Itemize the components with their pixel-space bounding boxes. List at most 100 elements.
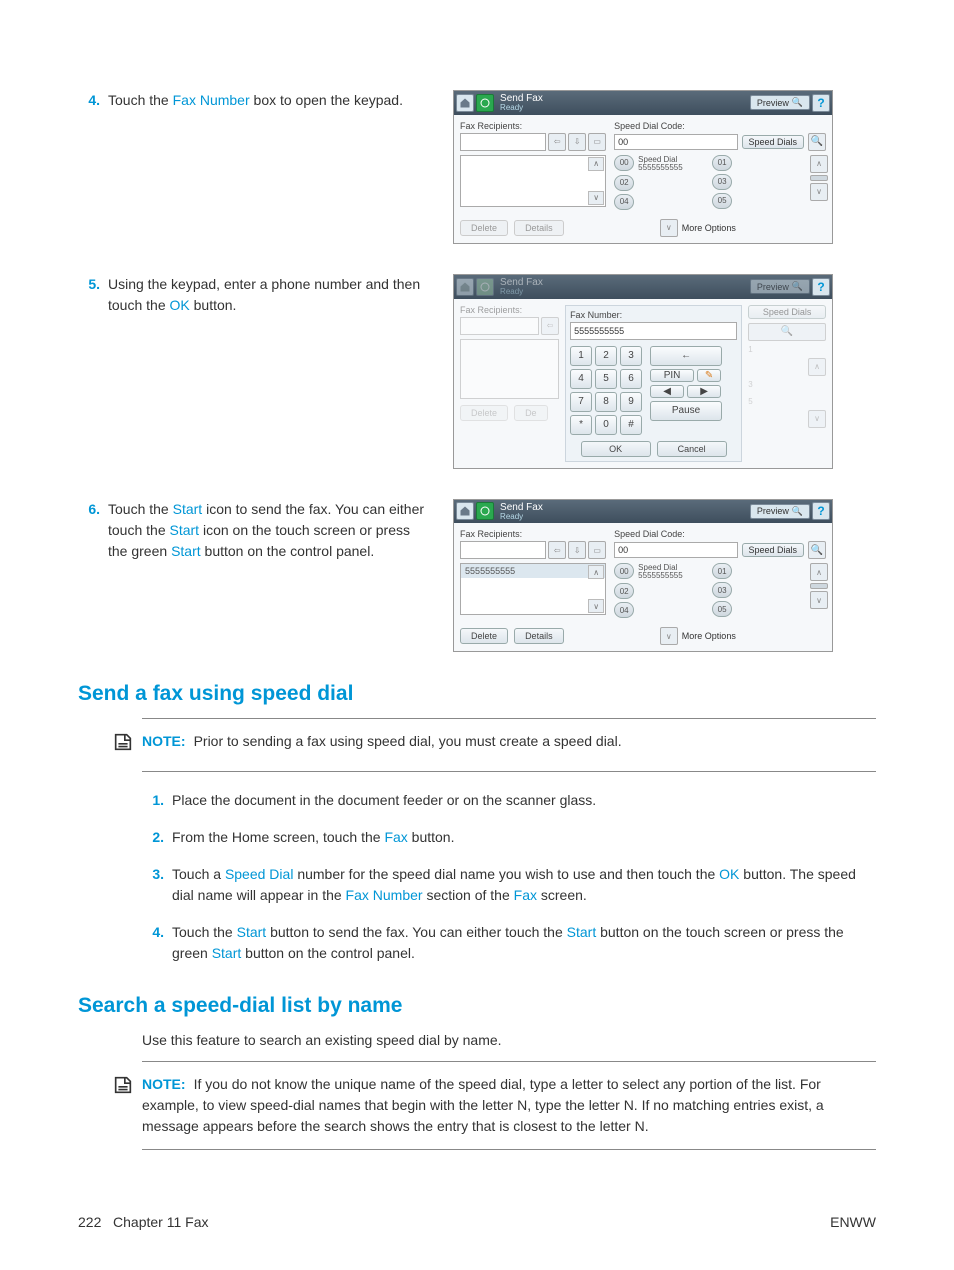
speed-dial-03[interactable]: 03 [712,582,732,598]
more-dropdown-icon[interactable]: ∨ [660,219,678,237]
speed-dial-00[interactable]: 00 [614,155,634,171]
keypad-3[interactable]: 3 [620,346,642,366]
speed-dial-00[interactable]: 00 [614,563,634,579]
left-arrow-button[interactable]: ◀ [650,385,684,398]
keypad-4[interactable]: 4 [570,369,592,389]
heading-speed-dial: Send a fax using speed dial [78,682,876,706]
keypad-7[interactable]: 7 [570,392,592,412]
magnify-icon: 🔍 [792,97,803,108]
details-button[interactable]: Details [514,628,564,644]
magnify-icon: 🔍 [792,506,803,517]
heading-search-speed-dial: Search a speed-dial list by name [78,994,876,1018]
step-number: 4. [142,922,172,943]
sd-scroll-down-icon[interactable]: ∨ [810,591,828,609]
start-icon[interactable] [476,94,494,112]
details-button: De [514,405,548,421]
speed-dials-button[interactable]: Speed Dials [742,543,805,557]
cancel-button[interactable]: Cancel [657,441,727,457]
keypad-9[interactable]: 9 [620,392,642,412]
home-icon[interactable] [456,502,474,520]
speed-dial-code-label: Speed Dial Code: [614,121,826,131]
home-icon[interactable] [456,94,474,112]
speed-dial-code-input[interactable]: 00 [614,134,737,150]
delete-button[interactable]: Delete [460,220,508,236]
preview-button: Preview🔍 [750,279,810,294]
scroll-up-icon[interactable]: ∧ [588,565,604,579]
keypad-2[interactable]: 2 [595,346,617,366]
back-arrow-icon[interactable]: ⇦ [548,133,566,151]
address-book-icon[interactable]: ▭ [588,133,606,151]
start-icon[interactable] [476,502,494,520]
keypad-1[interactable]: 1 [570,346,592,366]
details-button[interactable]: Details [514,220,564,236]
scroll-up-icon[interactable]: ∧ [588,157,604,171]
sd-scroll-down-icon[interactable]: ∨ [810,183,828,201]
add-recipient-icon[interactable]: ⇩ [568,133,586,151]
help-icon[interactable]: ? [812,502,830,520]
speed-dial-01[interactable]: 01 [712,563,732,579]
speed-dial-02[interactable]: 02 [614,583,634,599]
fax-number-input[interactable]: 5555555555 [570,322,737,340]
speed-dial-05[interactable]: 05 [712,601,732,617]
search-icon[interactable]: 🔍 [808,133,826,151]
pin-button[interactable]: PIN [650,369,694,382]
right-arrow-button[interactable]: ▶ [687,385,721,398]
note-icon [112,1074,142,1137]
search-icon[interactable]: 🔍 [808,541,826,559]
address-book-icon[interactable]: ▭ [588,541,606,559]
backspace-button[interactable]: ← [650,346,722,366]
divider [142,718,876,719]
speed-dial-03[interactable]: 03 [712,174,732,190]
step-number: 5. [78,274,108,295]
more-dropdown-icon[interactable]: ∨ [660,627,678,645]
sd-scroll-mid-icon [810,583,828,589]
step-number: 4. [78,90,108,111]
speed-dial-link: Speed Dial [225,866,294,882]
keypad-hash[interactable]: # [620,415,642,435]
pause-button[interactable]: Pause [650,401,722,421]
start-link: Start [173,501,203,517]
help-icon[interactable]: ? [812,94,830,112]
speed-dial-01[interactable]: 01 [712,155,732,171]
speed-dial-02[interactable]: 02 [614,175,634,191]
speed-dial-04[interactable]: 04 [614,602,634,618]
search-icon: 🔍 [748,323,826,341]
edit-icon[interactable]: ✎ [697,369,721,382]
speed-dial-code-label: Speed Dial Code: [614,529,826,539]
step-number: 3. [142,864,172,885]
back-arrow-icon[interactable]: ⇦ [548,541,566,559]
screenshot-send-fax-ready: Send FaxReady Preview🔍 ? Fax Recipients:… [453,499,833,653]
ok-button[interactable]: OK [581,441,651,457]
home-icon [456,278,474,296]
list-item[interactable]: 5555555555 [461,564,605,578]
scroll-down-icon[interactable]: ∨ [588,599,604,613]
magnify-icon: 🔍 [792,281,803,292]
fax-number-link: Fax Number [173,92,250,108]
keypad-star[interactable]: * [570,415,592,435]
screenshot-keypad: Send FaxReady Preview🔍 ? Fax Recipients:… [453,274,833,469]
fax-recipient-input[interactable] [460,541,546,559]
fax-link: Fax [384,829,407,845]
recipient-list[interactable]: 5555555555 ∧ ∨ [460,563,606,615]
fax-recipients-label: Fax Recipients: [460,305,559,315]
keypad-5[interactable]: 5 [595,369,617,389]
keypad-8[interactable]: 8 [595,392,617,412]
scroll-down-icon[interactable]: ∨ [588,191,604,205]
sd-scroll-up-icon[interactable]: ∧ [810,563,828,581]
recipient-list[interactable]: ∧ ∨ [460,155,606,207]
sd-scroll-up-icon[interactable]: ∧ [810,155,828,173]
delete-button[interactable]: Delete [460,628,508,644]
speed-dials-button[interactable]: Speed Dials [742,135,805,149]
paragraph: Use this feature to search an existing s… [142,1030,876,1051]
help-icon[interactable]: ? [812,278,830,296]
speed-dial-04[interactable]: 04 [614,194,634,210]
speed-dial-05[interactable]: 05 [712,193,732,209]
add-recipient-icon[interactable]: ⇩ [568,541,586,559]
preview-button[interactable]: Preview🔍 [750,95,810,110]
speed-dial-code-input[interactable]: 00 [614,542,737,558]
start-icon [476,278,494,296]
keypad-0[interactable]: 0 [595,415,617,435]
preview-button[interactable]: Preview🔍 [750,504,810,519]
keypad-6[interactable]: 6 [620,369,642,389]
fax-recipient-input[interactable] [460,133,546,151]
